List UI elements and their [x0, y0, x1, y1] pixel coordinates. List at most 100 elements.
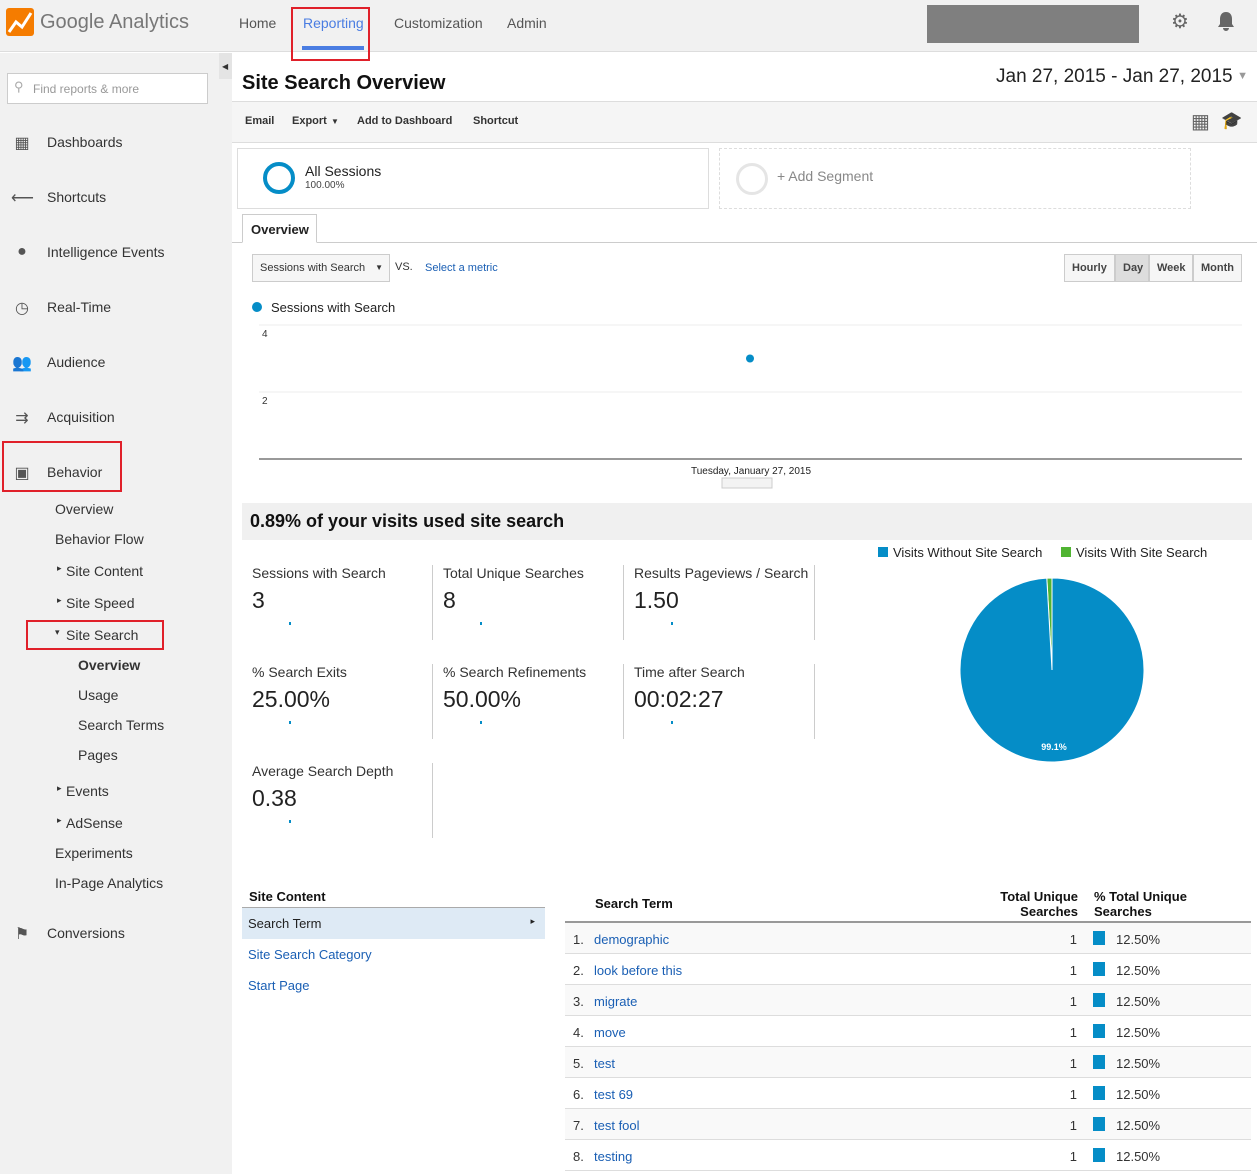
hourly-button[interactable]: Hourly — [1064, 254, 1115, 282]
sidebar-site-search-terms[interactable]: Search Terms — [78, 717, 164, 733]
search-term-link[interactable]: test 69 — [594, 1087, 633, 1102]
chart-expand-handle[interactable] — [721, 477, 773, 489]
table-row: 1. demographic 1 12.50% — [565, 923, 1251, 954]
grid-icon: ▦ — [14, 135, 30, 152]
caret-right-icon: ▸ — [57, 783, 62, 793]
metric-total-unique-searches: Total Unique Searches 8 — [433, 565, 624, 640]
select-metric-link[interactable]: Select a metric — [425, 262, 498, 274]
metric-avg-search-depth: Average Search Depth 0.38 — [242, 763, 433, 838]
sidebar-item-conversions[interactable]: Conversions — [47, 925, 125, 941]
caret-right-icon: ▸ — [530, 916, 535, 926]
graduation-cap-icon[interactable]: 🎓 — [1221, 111, 1242, 131]
nav-home[interactable]: Home — [239, 15, 276, 31]
shortcut-button[interactable]: Shortcut — [473, 115, 518, 127]
sparkline — [480, 721, 482, 724]
sidebar-item-audience[interactable]: Audience — [47, 354, 105, 370]
site-content-category-link[interactable]: Site Search Category — [248, 947, 372, 962]
app-logo-text: Google Analytics — [40, 11, 189, 33]
sidebar-site-search-pages[interactable]: Pages — [78, 747, 118, 763]
table-row: 8. testing 1 12.50% — [565, 1140, 1251, 1171]
sidebar-events[interactable]: Events — [66, 783, 109, 799]
date-range-text: Jan 27, 2015 - Jan 27, 2015 — [996, 66, 1233, 87]
collapse-sidebar-button[interactable]: ◀ — [219, 53, 232, 79]
metric-search-exits: % Search Exits 25.00% — [242, 664, 433, 739]
search-placeholder: Find reports & more — [33, 82, 140, 96]
segment-all-sessions[interactable]: All Sessions 100.00% — [237, 148, 709, 209]
search-term-link[interactable]: demographic — [594, 932, 669, 947]
metric-select[interactable]: Sessions with Search ▼ — [252, 254, 390, 282]
sidebar-item-shortcuts[interactable]: Shortcuts — [47, 189, 106, 205]
percent-bar — [1093, 993, 1105, 1007]
highlight-box — [2, 441, 122, 492]
column-header-unique-searches[interactable]: Total Unique Searches — [990, 889, 1078, 919]
percent-bar — [1093, 1117, 1105, 1131]
column-header-pct-unique[interactable]: % Total Unique Searches — [1094, 889, 1204, 919]
sidebar-item-intelligence-events[interactable]: Intelligence Events — [47, 244, 165, 260]
nav-customization[interactable]: Customization — [394, 15, 483, 31]
unique-searches-value: 1 — [1069, 963, 1077, 978]
view-grid-icon[interactable]: ▦ — [1191, 109, 1210, 134]
flag-icon: ⚑ — [14, 926, 30, 943]
month-button[interactable]: Month — [1193, 254, 1242, 282]
sidebar-item-acquisition[interactable]: Acquisition — [47, 409, 115, 425]
sidebar-item-real-time[interactable]: Real-Time — [47, 299, 111, 315]
pie-legend-label: Visits Without Site Search — [893, 545, 1043, 560]
page-title: Site Search Overview — [242, 72, 446, 94]
percent-value: 12.50% — [1116, 1025, 1161, 1040]
highlight-box — [291, 7, 370, 61]
search-term-link[interactable]: test fool — [594, 1118, 640, 1133]
search-term-link[interactable]: test — [594, 1056, 615, 1071]
nav-admin[interactable]: Admin — [507, 15, 547, 31]
sidebar-experiments[interactable]: Experiments — [55, 845, 133, 861]
caret-down-icon: ▼ — [331, 117, 339, 126]
bell-icon[interactable] — [1217, 11, 1235, 31]
table-row: 4. move 1 12.50% — [565, 1016, 1251, 1047]
table-row: 7. test fool 1 12.50% — [565, 1109, 1251, 1140]
search-term-link[interactable]: move — [594, 1025, 626, 1040]
clock-icon: ◷ — [15, 300, 29, 317]
week-button[interactable]: Week — [1149, 254, 1193, 282]
sidebar-adsense[interactable]: AdSense — [66, 815, 123, 831]
site-content-start-page-link[interactable]: Start Page — [248, 978, 309, 993]
search-term-link[interactable]: testing — [594, 1149, 632, 1164]
table-row: 2. look before this 1 12.50% — [565, 954, 1251, 985]
add-segment-button[interactable]: + Add Segment — [719, 148, 1191, 209]
row-number: 3. — [573, 994, 584, 1009]
column-header-search-term[interactable]: Search Term — [595, 896, 673, 911]
search-icon: ⚲ — [14, 79, 24, 94]
acquisition-arrows-icon: ⇉ — [15, 410, 29, 427]
unique-searches-value: 1 — [1069, 1149, 1077, 1164]
sidebar-site-search-overview[interactable]: Overview — [78, 657, 140, 673]
percent-value: 12.50% — [1116, 1118, 1161, 1133]
row-number: 7. — [573, 1118, 584, 1133]
date-range-picker[interactable]: Jan 27, 2015 - Jan 27, 2015 ▼ — [990, 64, 1252, 92]
export-button[interactable]: Export — [292, 115, 327, 127]
sidebar-site-content[interactable]: Site Content — [66, 563, 143, 579]
email-button[interactable]: Email — [245, 115, 274, 127]
row-number: 5. — [573, 1056, 584, 1071]
percent-value: 12.50% — [1116, 994, 1161, 1009]
sidebar-site-speed[interactable]: Site Speed — [66, 595, 135, 611]
percent-bar — [1093, 931, 1105, 945]
site-content-search-term[interactable]: Search Term ▸ — [242, 907, 545, 939]
sidebar-behavior-flow[interactable]: Behavior Flow — [55, 531, 144, 547]
search-input[interactable]: ⚲ Find reports & more — [7, 73, 208, 104]
sidebar-site-search-usage[interactable]: Usage — [78, 687, 118, 703]
add-to-dashboard-button[interactable]: Add to Dashboard — [357, 115, 452, 127]
pie-slice[interactable] — [959, 577, 1145, 763]
table-row: 5. test 1 12.50% — [565, 1047, 1251, 1078]
search-term-link[interactable]: look before this — [594, 963, 682, 978]
sidebar-in-page-analytics[interactable]: In-Page Analytics — [55, 875, 163, 891]
day-button[interactable]: Day — [1115, 254, 1149, 282]
gear-icon[interactable]: ⚙ — [1171, 9, 1189, 34]
search-term-link[interactable]: migrate — [594, 994, 637, 1009]
tab-overview[interactable]: Overview — [242, 214, 317, 243]
percent-value: 12.50% — [1116, 1056, 1161, 1071]
unique-searches-value: 1 — [1069, 932, 1077, 947]
sidebar-behavior-overview[interactable]: Overview — [55, 501, 113, 517]
sidebar-item-dashboards[interactable]: Dashboards — [47, 134, 123, 150]
pie-chart: 99.1% — [959, 577, 1145, 763]
sidebar: ⚲ Find reports & more ◀ — [0, 53, 232, 1174]
data-point[interactable] — [746, 354, 754, 363]
account-selector[interactable] — [927, 5, 1139, 43]
